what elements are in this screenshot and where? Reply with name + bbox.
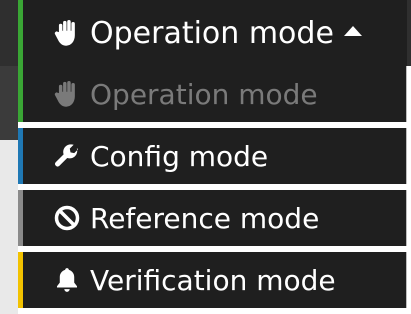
menu-item-verification-mode[interactable]: Verification mode (18, 252, 407, 308)
prohibit-icon (52, 203, 82, 233)
menu-item-label: Verification mode (90, 263, 336, 297)
menu-item-label: Operation mode (90, 77, 318, 111)
menu-item-reference-mode[interactable]: Reference mode (18, 190, 407, 246)
item-color-bar (18, 128, 23, 184)
mode-dropdown-toggle[interactable]: Operation mode (18, 0, 407, 66)
wrench-icon (52, 141, 82, 171)
hand-icon (52, 79, 82, 109)
hand-icon (52, 18, 82, 48)
menu-item-operation-mode: Operation mode (18, 66, 407, 122)
current-mode-label: Operation mode (90, 15, 334, 51)
header-accent-bar (18, 0, 23, 66)
menu-item-label: Config mode (90, 139, 269, 173)
caret-up-icon (343, 26, 362, 36)
item-color-bar (18, 252, 23, 308)
mode-menu: Operation mode Config mode Reference mod… (18, 66, 407, 314)
menu-item-config-mode[interactable]: Config mode (18, 128, 407, 184)
item-color-bar (18, 66, 23, 122)
menu-item-label: Reference mode (90, 201, 320, 235)
page-strip (0, 66, 18, 314)
item-color-bar (18, 190, 23, 246)
mode-selector: Operation mode Operation mode Config mod… (0, 0, 411, 314)
bell-icon (52, 265, 82, 295)
